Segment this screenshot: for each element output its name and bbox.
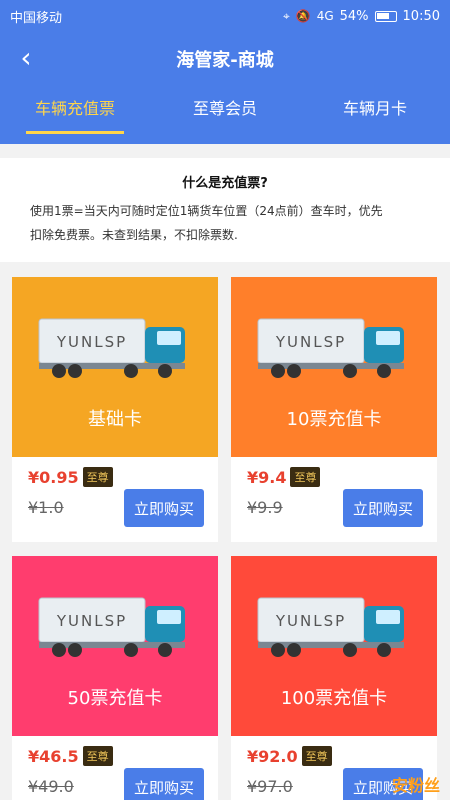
clock: 10:50 (402, 8, 440, 24)
vip-badge: 至尊 (82, 746, 113, 766)
vip-price: ¥0.95 (28, 467, 79, 487)
active-tab-underline (26, 131, 124, 134)
status-icons: ⌖ 🔕 4G 54% 10:50 (283, 9, 440, 24)
carrier-name: 中国移动 (10, 10, 63, 26)
app-header: ‹ 海管家-商城 车辆充值票 至尊会员 车辆月卡 (0, 32, 450, 144)
price-row: ¥46.5 至尊 (28, 746, 113, 766)
page-title: 海管家-商城 (176, 50, 274, 71)
card-name: 50票充值卡 (67, 688, 163, 709)
tab-bar: 车辆充值票 至尊会员 车辆月卡 (0, 94, 450, 134)
original-price: ¥49.0 (28, 777, 74, 796)
mute-icon: 🔕 (295, 9, 311, 23)
tab-recharge-ticket[interactable]: 车辆充值票 (0, 94, 150, 134)
truck-illustration: YUNLSP (38, 597, 185, 657)
watermark: 安粉丝 (391, 776, 440, 795)
price-row: ¥0.95 至尊 (28, 467, 113, 487)
price-row: ¥92.0 至尊 (247, 746, 332, 766)
battery-icon (374, 10, 397, 22)
product-card: YUNLSP 基础卡 ¥0.95 至尊 ¥1.0 立即购买 (12, 277, 218, 542)
battery-percent: 54% (339, 8, 369, 24)
tab-monthly-card[interactable]: 车辆月卡 (300, 94, 450, 134)
truck-brand-text: YUNLSP (275, 612, 346, 630)
vip-price: ¥46.5 (28, 746, 79, 766)
buy-now-button[interactable]: 立即购买 (124, 489, 204, 527)
info-line: 扣除免费票。未查到结果，不扣除票数. (30, 228, 238, 242)
vip-badge: 至尊 (301, 746, 332, 766)
vip-price: ¥92.0 (247, 746, 298, 766)
info-description: 使用1票=当天内可随时定位1辆货车位置（24点前）查车时，优先 扣除免费票。未查… (0, 199, 450, 247)
tab-vip-member[interactable]: 至尊会员 (150, 94, 300, 134)
buy-now-button[interactable]: 立即购买 (124, 768, 204, 800)
truck-illustration: YUNLSP (38, 318, 185, 378)
card-header: YUNLSP 50票充值卡 (12, 556, 218, 736)
info-title: 什么是充值票? (182, 176, 268, 191)
card-header: YUNLSP 10票充值卡 (231, 277, 437, 457)
buy-now-button[interactable]: 立即购买 (343, 489, 423, 527)
original-price: ¥97.0 (247, 777, 293, 796)
vip-badge: 至尊 (290, 467, 321, 487)
price-row: ¥9.4 至尊 (247, 467, 321, 487)
tab-label: 至尊会员 (192, 99, 257, 118)
original-price: ¥9.9 (247, 498, 283, 517)
truck-brand-text: YUNLSP (275, 333, 346, 351)
truck-illustration: YUNLSP (257, 597, 404, 657)
card-name: 基础卡 (88, 409, 142, 430)
location-icon: ⌖ (282, 8, 290, 23)
vip-badge: 至尊 (82, 467, 113, 487)
signal-icon: 4G (316, 9, 334, 23)
truck-illustration: YUNLSP (257, 318, 404, 378)
product-card: YUNLSP 100票充值卡 ¥92.0 至尊 ¥97.0 立即购买 (231, 556, 437, 800)
original-price: ¥1.0 (28, 498, 64, 517)
info-panel: 什么是充值票? 使用1票=当天内可随时定位1辆货车位置（24点前）查车时，优先 … (0, 158, 450, 262)
status-bar: 中国移动 ⌖ 🔕 4G 54% 10:50 (0, 0, 450, 32)
truck-brand-text: YUNLSP (56, 333, 127, 351)
tab-label: 车辆充值票 (34, 99, 115, 118)
card-header: YUNLSP 基础卡 (12, 277, 218, 457)
info-line: 使用1票=当天内可随时定位1辆货车位置（24点前）查车时，优先 (30, 204, 383, 218)
card-name: 100票充值卡 (280, 688, 388, 709)
product-card: YUNLSP 50票充值卡 ¥46.5 至尊 ¥49.0 立即购买 (12, 556, 218, 800)
truck-brand-text: YUNLSP (56, 612, 127, 630)
card-header: YUNLSP 100票充值卡 (231, 556, 437, 736)
tab-label: 车辆月卡 (342, 99, 407, 118)
product-card: YUNLSP 10票充值卡 ¥9.4 至尊 ¥9.9 立即购买 (231, 277, 437, 542)
vip-price: ¥9.4 (247, 467, 287, 487)
card-name: 10票充值卡 (286, 409, 382, 430)
